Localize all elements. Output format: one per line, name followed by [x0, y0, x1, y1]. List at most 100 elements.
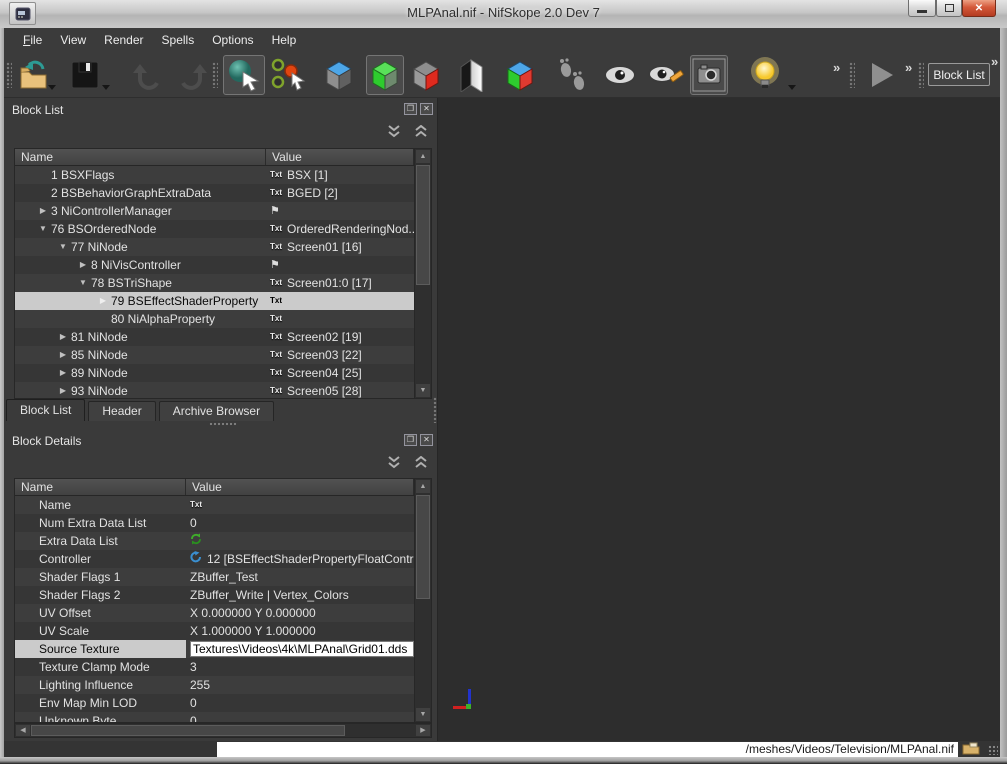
- collapse-icon[interactable]: ▼: [75, 274, 91, 292]
- detail-row[interactable]: NameTxt: [15, 496, 414, 514]
- render-viewport[interactable]: [437, 98, 1000, 741]
- expand-icon[interactable]: ▶: [55, 382, 71, 398]
- tree-row[interactable]: ▼77 NiNodeTxtScreen01 [16]: [15, 238, 414, 256]
- lighting-button[interactable]: [746, 55, 784, 95]
- block-details-vscrollbar[interactable]: ▲ ▼: [414, 479, 431, 722]
- axes-cube-button[interactable]: [501, 55, 539, 95]
- float-panel-button[interactable]: ❐: [404, 103, 417, 115]
- detail-row[interactable]: UV OffsetX 0.000000 Y 0.000000: [15, 604, 414, 622]
- tab-archive-browser[interactable]: Archive Browser: [159, 401, 274, 421]
- close-panel-button[interactable]: ✕: [420, 103, 433, 115]
- column-value[interactable]: Value: [266, 149, 414, 165]
- undo-button[interactable]: [128, 55, 166, 95]
- column-name[interactable]: Name: [15, 149, 266, 165]
- tree-row[interactable]: 2 BSBehaviorGraphExtraDataTxtBGED [2]: [15, 184, 414, 202]
- scroll-thumb[interactable]: [416, 495, 430, 599]
- expand-icon[interactable]: ▶: [55, 346, 71, 364]
- tree-row[interactable]: ▶8 NiVisController⚑: [15, 256, 414, 274]
- scroll-down-icon[interactable]: ▼: [416, 708, 430, 721]
- close-button[interactable]: ✕: [962, 0, 996, 17]
- menu-render[interactable]: Render: [95, 30, 152, 50]
- column-value[interactable]: Value: [186, 479, 414, 495]
- scroll-down-icon[interactable]: ▼: [416, 384, 430, 397]
- detail-row[interactable]: Extra Data List: [15, 532, 414, 550]
- lighting-dropdown-icon[interactable]: [788, 85, 796, 90]
- scroll-thumb[interactable]: [416, 165, 430, 285]
- column-name[interactable]: Name: [15, 479, 186, 495]
- panel-splitter-handle[interactable]: [209, 422, 237, 426]
- cube-solid-button[interactable]: [366, 55, 404, 95]
- menu-view[interactable]: View: [51, 30, 95, 50]
- expand-icon[interactable]: ▶: [55, 328, 71, 346]
- detail-row[interactable]: UV ScaleX 1.000000 Y 1.000000: [15, 622, 414, 640]
- scroll-thumb[interactable]: [31, 725, 345, 736]
- menu-spells[interactable]: Spells: [153, 30, 204, 50]
- scroll-up-icon[interactable]: ▲: [416, 480, 430, 493]
- float-panel-button[interactable]: ❐: [404, 434, 417, 446]
- select-object-button[interactable]: [223, 55, 265, 95]
- tree-row[interactable]: ▶79 BSEffectShaderPropertyTxt: [15, 292, 414, 310]
- show-hidden-button[interactable]: [601, 55, 639, 95]
- maximize-button[interactable]: [936, 0, 962, 17]
- detail-row[interactable]: Source TextureTextures\Videos\4k\MLPAnal…: [15, 640, 414, 658]
- collapse-all-button[interactable]: [386, 125, 402, 141]
- animation-footprints-button[interactable]: [554, 55, 592, 95]
- menu-file[interactable]: File: [14, 30, 51, 50]
- close-panel-button[interactable]: ✕: [420, 434, 433, 446]
- block-list-vscrollbar[interactable]: ▲ ▼: [414, 149, 431, 398]
- expand-icon[interactable]: ▶: [75, 256, 91, 274]
- scroll-up-icon[interactable]: ▲: [416, 150, 430, 163]
- toolbar-extension-icon[interactable]: »: [991, 54, 998, 69]
- detail-row[interactable]: Lighting Influence255: [15, 676, 414, 694]
- open-file-button[interactable]: [14, 55, 52, 95]
- menu-options[interactable]: Options: [203, 30, 262, 50]
- detail-row[interactable]: Env Map Min LOD0: [15, 694, 414, 712]
- select-vertex-button[interactable]: [270, 55, 308, 95]
- expand-icon[interactable]: ▶: [35, 202, 51, 220]
- expand-all-button[interactable]: [413, 125, 429, 141]
- tree-row[interactable]: ▶3 NiControllerManager⚑: [15, 202, 414, 220]
- play-button[interactable]: [863, 55, 901, 95]
- toolbar-extension-icon[interactable]: »: [905, 60, 912, 75]
- screenshot-button[interactable]: [690, 55, 728, 95]
- texture-path-field[interactable]: Textures\Videos\4k\MLPAnal\Grid01.dds: [190, 641, 414, 657]
- detail-row[interactable]: Texture Clamp Mode3: [15, 658, 414, 676]
- expand-all-button[interactable]: [413, 456, 429, 472]
- tree-row[interactable]: ▼78 BSTriShapeTxtScreen01:0 [17]: [15, 274, 414, 292]
- collapse-all-button[interactable]: [386, 456, 402, 472]
- collapse-icon[interactable]: ▼: [55, 238, 71, 256]
- detail-row[interactable]: Shader Flags 1ZBuffer_Test: [15, 568, 414, 586]
- detail-row[interactable]: Controller12 [BSEffectShaderPropertyFloa…: [15, 550, 414, 568]
- tree-row[interactable]: ▶85 NiNodeTxtScreen03 [22]: [15, 346, 414, 364]
- scroll-right-icon[interactable]: ▶: [416, 725, 430, 736]
- cube-side-button[interactable]: [407, 55, 445, 95]
- double-sided-button[interactable]: [453, 55, 491, 95]
- file-path-field[interactable]: /meshes/Videos/Television/MLPAnal.nif: [217, 742, 958, 757]
- tree-row[interactable]: ▼76 BSOrderedNodeTxtOrderedRenderingNod.…: [15, 220, 414, 238]
- toolbar-extension-icon[interactable]: »: [833, 60, 840, 75]
- tree-row[interactable]: 1 BSXFlagsTxtBSX [1]: [15, 166, 414, 184]
- tab-header[interactable]: Header: [88, 401, 155, 421]
- toolbar-grip[interactable]: [212, 62, 218, 88]
- cube-top-button[interactable]: [320, 55, 358, 95]
- tree-row[interactable]: 80 NiAlphaPropertyTxt: [15, 310, 414, 328]
- toolbar-grip[interactable]: [918, 62, 924, 88]
- block-list-toolbar-button[interactable]: Block List: [928, 63, 990, 86]
- toolbar-grip[interactable]: [849, 62, 855, 88]
- expand-icon[interactable]: ▶: [55, 364, 71, 382]
- titlebar[interactable]: MLPAnal.nif - NifSkope 2.0 Dev 7 ✕: [0, 0, 1007, 28]
- menu-help[interactable]: Help: [263, 30, 306, 50]
- collapse-icon[interactable]: ▼: [35, 220, 51, 238]
- tree-row[interactable]: ▶89 NiNodeTxtScreen04 [25]: [15, 364, 414, 382]
- scroll-left-icon[interactable]: ◀: [16, 725, 30, 736]
- minimize-button[interactable]: [908, 0, 936, 17]
- save-dropdown-icon[interactable]: [102, 85, 110, 90]
- block-details-hscrollbar[interactable]: ◀ ▶: [14, 723, 432, 738]
- detail-row[interactable]: Shader Flags 2ZBuffer_Write | Vertex_Col…: [15, 586, 414, 604]
- detail-row[interactable]: Unknown Byte0: [15, 712, 414, 722]
- resize-grip[interactable]: [988, 745, 998, 755]
- tab-block-list[interactable]: Block List: [6, 399, 85, 421]
- save-file-button[interactable]: [66, 55, 104, 95]
- show-marked-button[interactable]: [646, 55, 684, 95]
- expand-icon[interactable]: ▶: [95, 292, 111, 310]
